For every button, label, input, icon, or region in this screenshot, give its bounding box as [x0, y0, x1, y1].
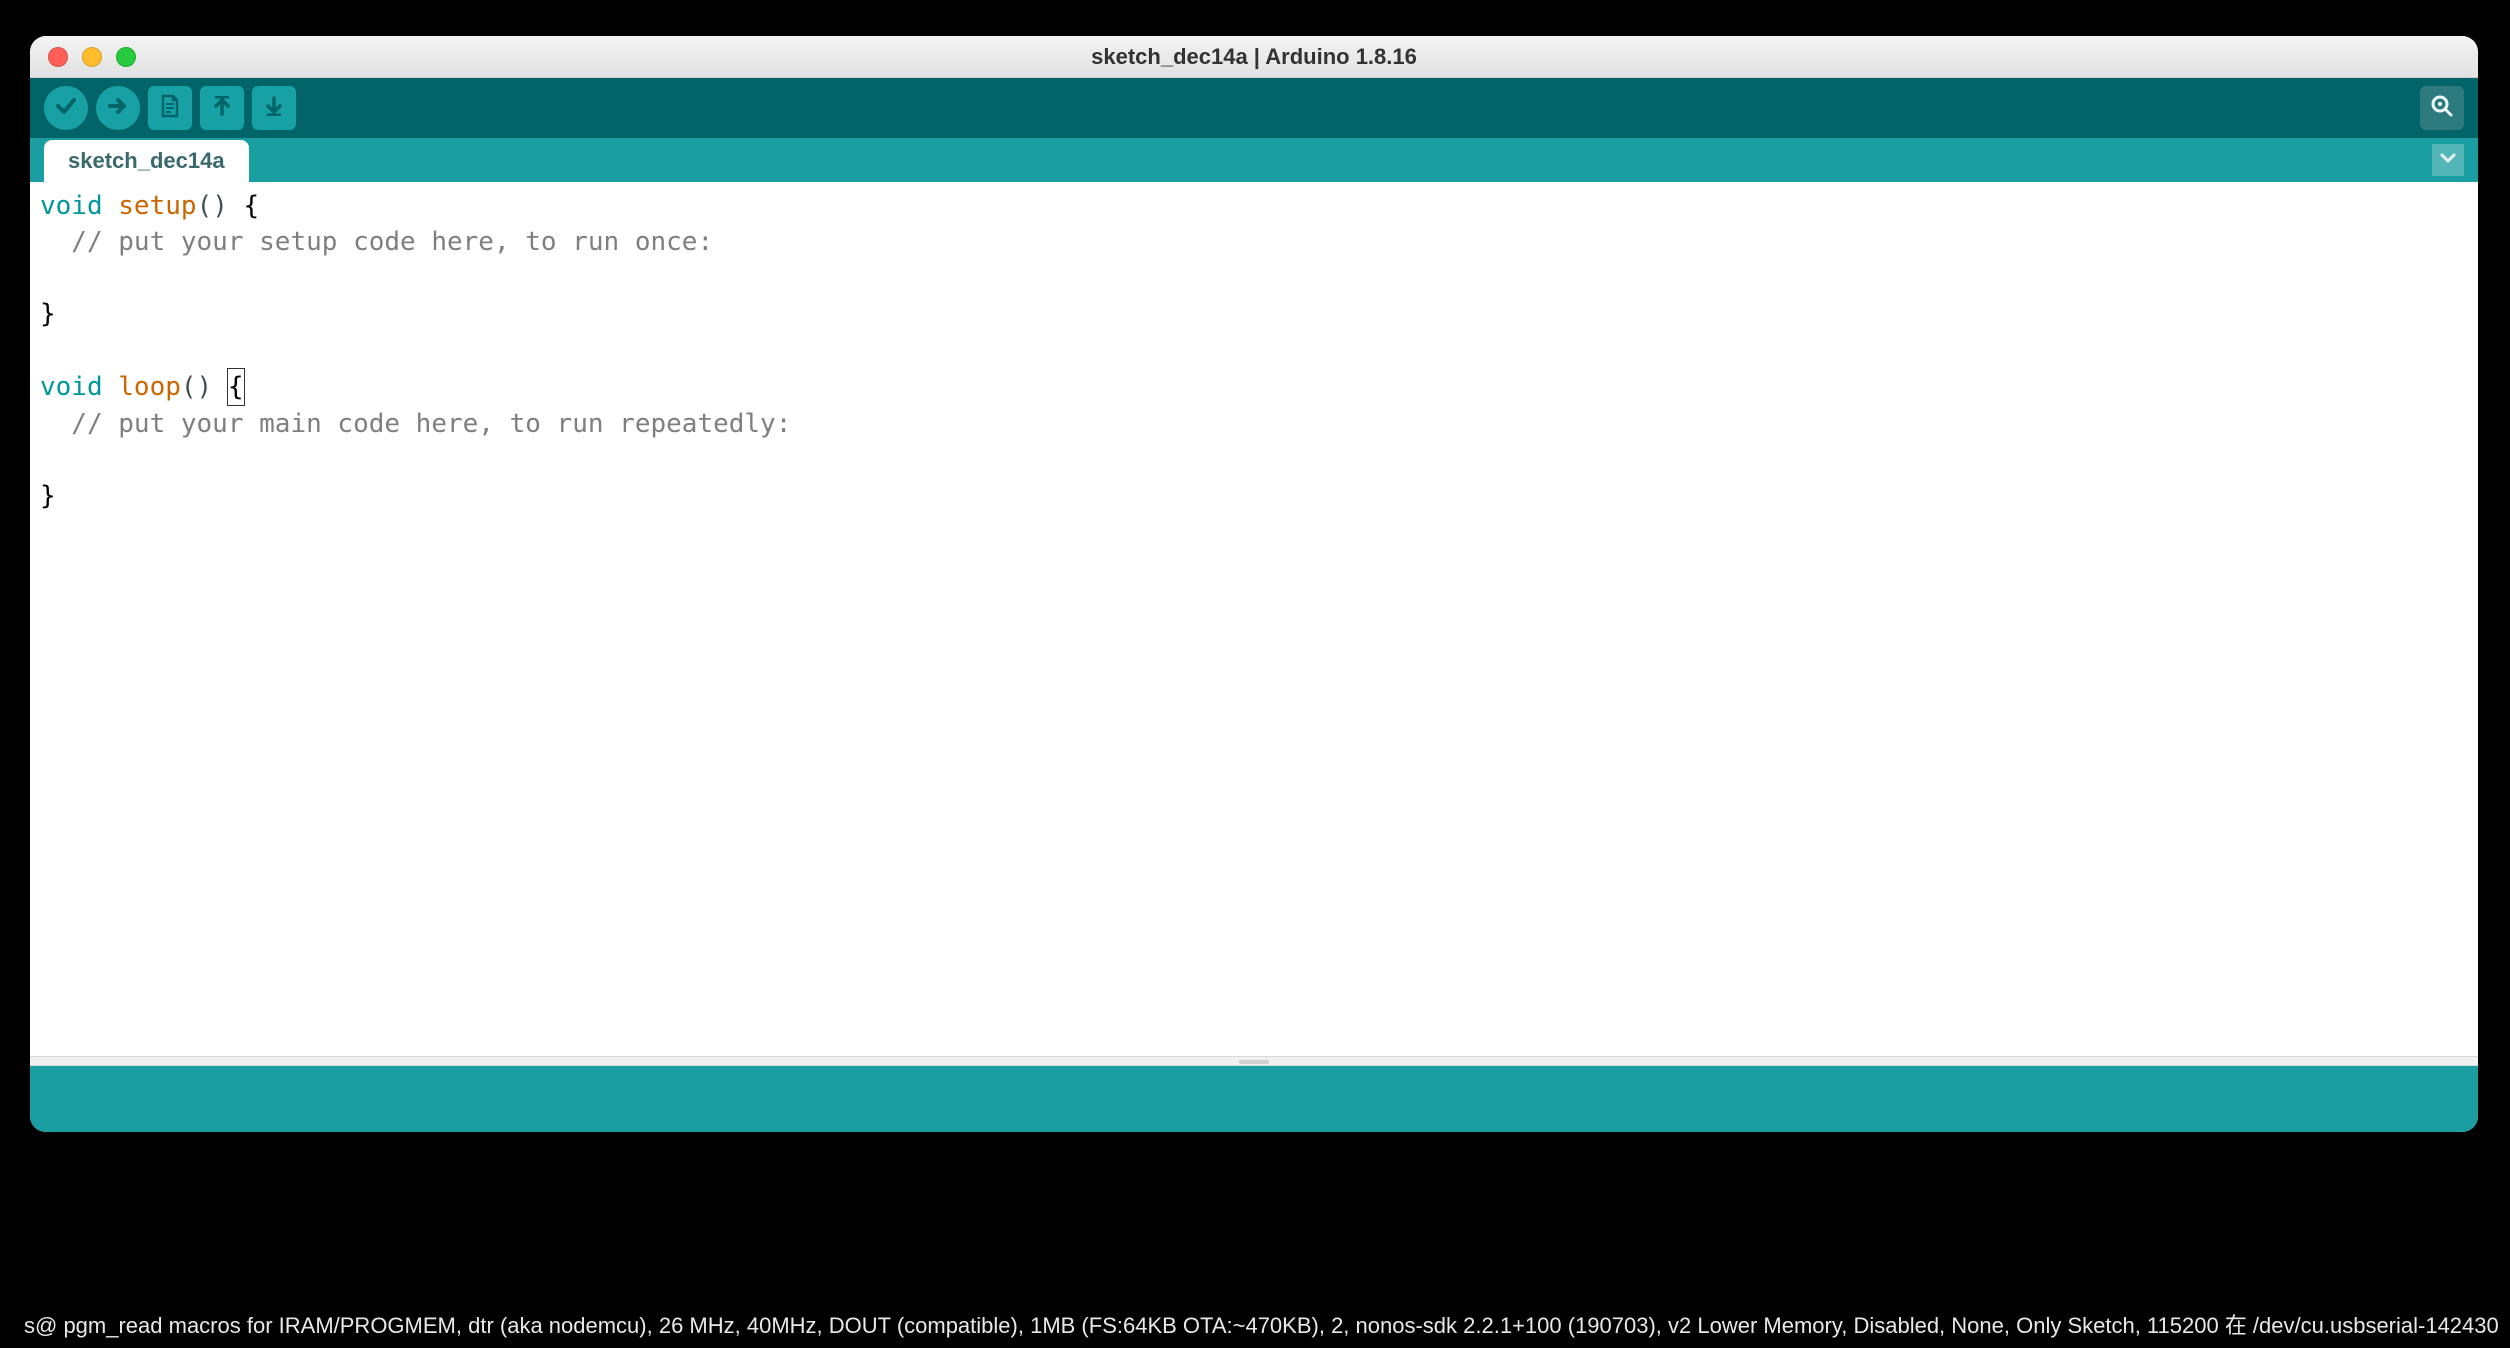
new-sketch-button[interactable] [148, 86, 192, 130]
zoom-window-button[interactable] [116, 47, 136, 67]
tab-strip: sketch_dec14a [30, 138, 2478, 182]
brace: } [40, 481, 56, 511]
serial-monitor-button[interactable] [2420, 86, 2464, 130]
tab-menu-button[interactable] [2432, 144, 2464, 176]
titlebar: sketch_dec14a | Arduino 1.8.16 [30, 36, 2478, 78]
status-bar: s@ pgm_read macros for IRAM/PROGMEM, dtr… [0, 1300, 2510, 1348]
editor-console-splitter[interactable] [30, 1056, 2478, 1066]
console [30, 1066, 2478, 1132]
save-sketch-button[interactable] [252, 86, 296, 130]
upload-button[interactable] [96, 86, 140, 130]
arrow-down-icon [262, 94, 286, 123]
window-controls [48, 36, 136, 77]
brace: { [228, 191, 259, 221]
window-title: sketch_dec14a | Arduino 1.8.16 [30, 44, 2478, 70]
tab-sketch[interactable]: sketch_dec14a [44, 140, 249, 182]
check-icon [54, 94, 78, 123]
cursor-highlight: { [227, 368, 245, 406]
comment: // put your main code here, to run repea… [40, 409, 791, 439]
parentheses: () [197, 191, 228, 221]
arrow-right-icon [106, 94, 130, 123]
minimize-window-button[interactable] [82, 47, 102, 67]
code-editor[interactable]: void setup() { // put your setup code he… [30, 182, 2478, 1056]
toolbar [30, 78, 2478, 138]
verify-button[interactable] [44, 86, 88, 130]
open-sketch-button[interactable] [200, 86, 244, 130]
magnifier-icon [2429, 93, 2455, 124]
identifier: loop [118, 372, 181, 402]
chevron-down-icon [2439, 149, 2457, 172]
parentheses: () [181, 372, 212, 402]
file-icon [158, 94, 182, 123]
comment: // put your setup code here, to run once… [40, 227, 713, 257]
keyword: void [40, 191, 103, 221]
desktop: sketch_dec14a | Arduino 1.8.16 [0, 0, 2510, 1348]
arrow-up-icon [210, 94, 234, 123]
arduino-window: sketch_dec14a | Arduino 1.8.16 [30, 36, 2478, 1132]
close-window-button[interactable] [48, 47, 68, 67]
brace: } [40, 299, 56, 329]
status-text: s@ pgm_read macros for IRAM/PROGMEM, dtr… [24, 1308, 2499, 1340]
keyword: void [40, 372, 103, 402]
identifier: setup [118, 191, 196, 221]
